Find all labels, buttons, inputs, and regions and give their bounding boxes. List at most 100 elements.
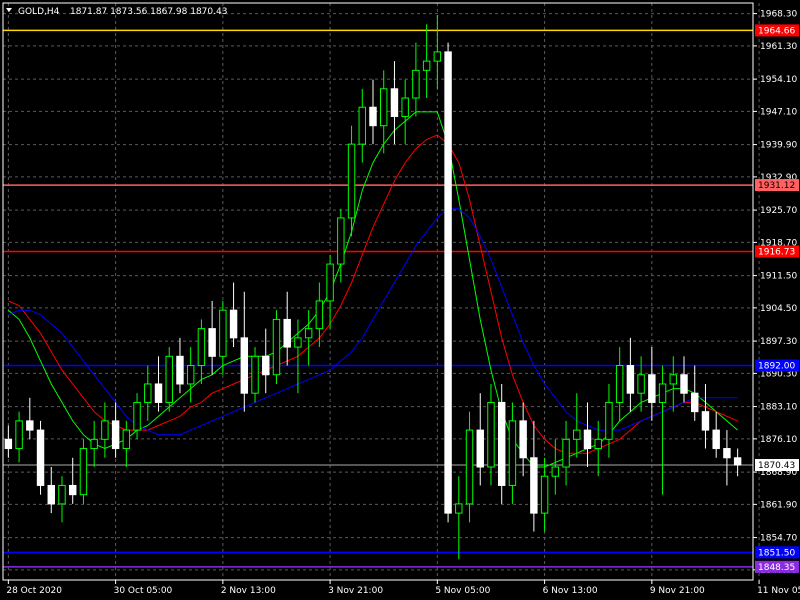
candle-body: [519, 420, 527, 459]
candle-body: [4, 438, 13, 450]
candle-body: [658, 383, 667, 403]
candle-body: [101, 420, 109, 440]
candle-body: [294, 337, 302, 348]
level-label: 1916.73: [758, 247, 795, 257]
candle-body: [304, 328, 313, 339]
x-tick-label: 2 Nov 13:00: [221, 586, 276, 596]
candle-body: [712, 429, 720, 450]
y-tick-label: 1968.30: [760, 10, 797, 20]
candle-body: [208, 328, 216, 357]
candle-body: [648, 374, 656, 403]
candle-body: [337, 217, 345, 265]
x-tick-label: 9 Nov 21:00: [650, 586, 705, 596]
candle-body: [605, 401, 613, 440]
candle-body: [58, 484, 66, 505]
candle-body: [144, 383, 152, 403]
candle-body: [551, 466, 560, 477]
x-tick-label: 30 Oct 05:00: [114, 586, 173, 596]
x-tick-label: 5 Nov 05:00: [435, 586, 490, 596]
candle: [165, 347, 173, 412]
candle-body: [487, 401, 495, 468]
y-tick-label: 1883.10: [760, 403, 797, 413]
candle-body: [508, 420, 517, 486]
candle-body: [315, 300, 324, 330]
chart-header: GOLD,H4 1871.87 1873.56 1867.98 1870.43: [6, 7, 227, 17]
candle-body: [154, 383, 163, 403]
x-tick-label: 11 Nov 05:00: [757, 586, 800, 596]
candle-body: [358, 106, 366, 145]
candle-body: [26, 420, 34, 431]
x-tick-label: 3 Nov 21:00: [328, 586, 383, 596]
y-tick-label: 1939.90: [760, 141, 797, 151]
candle-body: [691, 392, 699, 413]
candle-body: [433, 51, 442, 62]
candle-body: [669, 374, 678, 385]
price-chart[interactable]: 1968.301961.301954.101947.101939.901932.…: [0, 0, 800, 600]
y-tick-label: 1961.30: [760, 42, 797, 52]
candle-body: [540, 475, 549, 514]
candle: [36, 420, 45, 495]
candle-body: [240, 337, 249, 394]
candle-body: [422, 60, 431, 71]
level-label: 1851.50: [758, 548, 795, 558]
y-tick-label: 1904.50: [760, 304, 797, 314]
level-label: 1848.35: [758, 563, 795, 573]
candle-body: [583, 429, 592, 450]
candle-body: [573, 429, 581, 440]
candle-body: [262, 355, 270, 376]
candle-body: [229, 309, 238, 339]
y-tick-label: 1854.70: [760, 534, 797, 544]
candle-body: [197, 328, 206, 367]
candle-body: [680, 374, 688, 394]
level-label: 1892.00: [758, 362, 795, 372]
x-tick-label: 28 Oct 2020: [6, 586, 62, 596]
candle-body: [701, 411, 710, 431]
candle-body: [594, 438, 602, 450]
candle-body: [497, 401, 506, 486]
candle-body: [401, 97, 409, 117]
candle-body: [326, 263, 334, 302]
candle-body: [615, 365, 624, 403]
candle-body: [412, 69, 420, 99]
y-tick-label: 1954.10: [760, 75, 797, 85]
candle-body: [122, 429, 131, 450]
candle-body: [347, 143, 356, 219]
candle-body: [186, 365, 195, 385]
candle-body: [465, 429, 474, 505]
candle-body: [390, 88, 399, 117]
candle: [272, 310, 281, 384]
candle-body: [283, 318, 291, 348]
candle-body: [369, 106, 377, 127]
candle-body: [165, 355, 173, 403]
y-tick-label: 1925.70: [760, 206, 797, 216]
candle-body: [176, 355, 184, 385]
candle-body: [455, 503, 463, 514]
y-tick-label: 1876.10: [760, 435, 797, 445]
candle-body: [36, 429, 45, 486]
current-price-label: 1870.43: [758, 461, 795, 471]
candle-body: [90, 438, 98, 450]
candle-body: [133, 401, 141, 431]
y-tick-label: 1897.30: [760, 337, 797, 347]
level-label: 1931.12: [758, 181, 795, 191]
candle-body: [530, 457, 538, 514]
candle-body: [637, 374, 645, 394]
candle-body: [476, 429, 484, 468]
candle: [497, 383, 506, 504]
candle-body: [68, 484, 77, 496]
level-label: 1964.66: [758, 26, 795, 36]
candle-body: [47, 484, 55, 505]
candle-body: [562, 438, 570, 468]
candle: [79, 439, 88, 504]
candle-body: [626, 365, 635, 394]
candle-body: [380, 88, 388, 127]
y-tick-label: 1947.10: [760, 107, 797, 117]
candle-body: [219, 309, 227, 357]
candle-body: [733, 457, 742, 466]
candle-body: [79, 448, 88, 496]
y-tick-label: 1911.50: [760, 272, 797, 282]
symbol-label: GOLD,H4: [18, 7, 60, 17]
ohlc-readout: 1871.87 1873.56 1867.98 1870.43: [70, 7, 227, 17]
chart-background: [0, 0, 800, 600]
candle-body: [111, 420, 120, 450]
